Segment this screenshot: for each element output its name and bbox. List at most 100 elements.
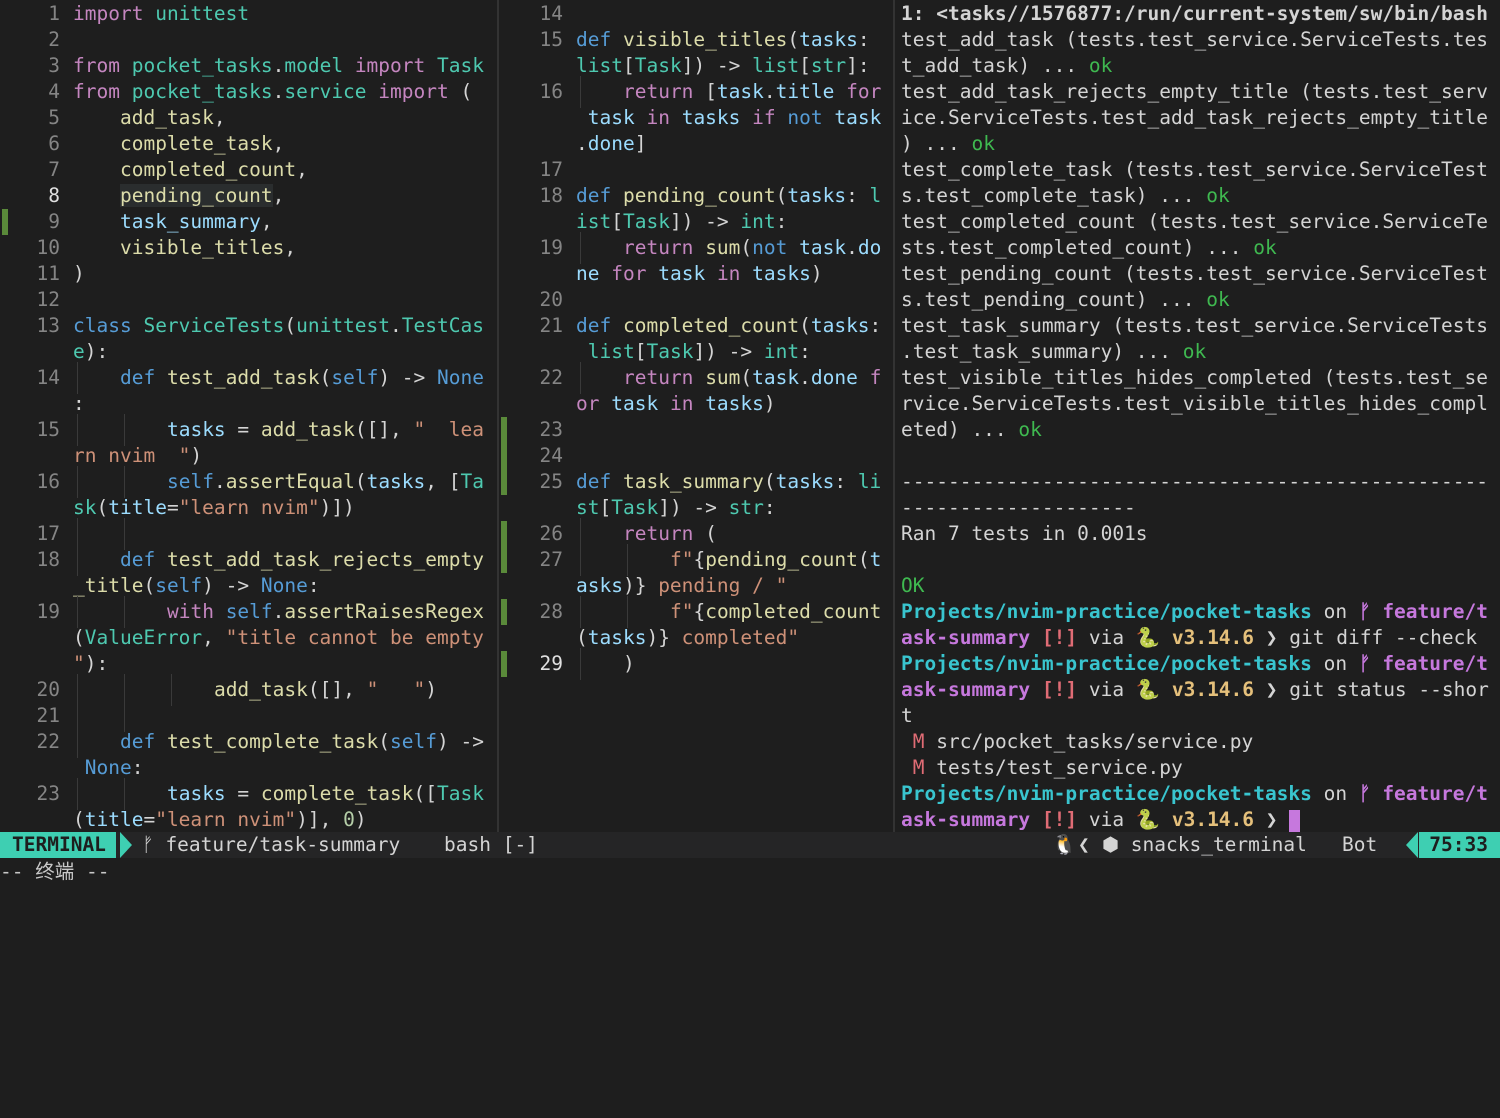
sign-column [0,677,8,703]
buffer-name: bash [-] [444,833,538,856]
code-line[interactable]: _title(self) -> None: [0,573,497,599]
code-token: f [869,366,882,389]
code-line[interactable]: task in tasks if not task [499,105,893,131]
code-line[interactable]: 19 with self.assertRaisesRegex [0,596,497,628]
sign-column [0,781,8,807]
code-line[interactable]: 20 [499,287,893,313]
code-line[interactable]: list[Task]) -> int: [499,339,893,365]
indent-guide [120,466,132,498]
code-line[interactable]: 2 [0,27,497,53]
code-token: self [331,366,379,389]
code-line[interactable]: 1 import unittest [0,1,497,27]
indent-guide [167,674,179,706]
code-text: task in tasks if not task [576,105,882,131]
code-line[interactable]: 20 add_task([], " ") [0,674,497,706]
code-line[interactable]: 8 pending_count, [0,183,497,209]
code-token: [ [599,496,612,519]
code-line[interactable]: None: [0,755,497,781]
code-line[interactable]: 12 [0,287,497,313]
code-line[interactable]: 4 from pocket_tasks.service import ( [0,79,497,105]
sign-column [0,1,8,27]
code-token: self [390,730,438,753]
code-line[interactable]: "): [0,651,497,677]
code-token: ]) -> [693,340,764,363]
code-line[interactable]: (title="learn nvim")], 0) [0,807,497,832]
code-line[interactable]: st[Task]) -> str: [499,495,893,521]
code-token: in [669,392,694,415]
code-token: . [272,54,285,77]
code-token: 🐍 v3.14.6 [1135,808,1255,831]
code-line[interactable]: .done] [499,131,893,157]
code-token: tasks [752,262,811,285]
sign-column [499,339,507,365]
code-token: rn nvim " [73,444,191,467]
code-line[interactable]: 27 f"{pending_count(t [499,544,893,576]
code-line[interactable]: 21 def completed_count(tasks: [499,313,893,339]
code-line[interactable]: list[Task]) -> list[str]: [499,53,893,79]
code-line[interactable]: 9 task_summary, [0,209,497,235]
terminal-pane[interactable]: 1: <tasks//1576877:/run/current-system/s… [895,0,1500,832]
code-line[interactable]: e): [0,339,497,365]
code-line[interactable]: 24 [499,443,893,469]
code-line[interactable]: 10 visible_titles, [0,235,497,261]
code-token: ok [1182,340,1207,363]
code-line[interactable]: 19 return sum(not task.do [499,232,893,264]
code-line[interactable]: 15 def visible_titles(tasks: [499,27,893,53]
editor-pane-service-file[interactable]: 14 15 def visible_titles(tasks: list[Task])… [499,0,893,832]
code-line[interactable]: 23 tasks = complete_task([Task [0,778,497,810]
code-text: def task_summary(tasks: li [576,469,881,495]
code-line[interactable]: 26 return ( [499,518,893,550]
editor-pane-test-file[interactable]: 1 import unittest 2 3 from pocket_tasks.mode… [0,0,497,832]
code-line[interactable]: 3 from pocket_tasks.model import Task [0,53,497,79]
code-token: not [752,236,788,259]
code-line[interactable]: 5 add_task, [0,105,497,131]
code-line[interactable]: 16 return [task.title for [499,76,893,108]
code-token: task [834,106,882,129]
code-line[interactable]: 28 f"{completed_count [499,596,893,628]
code-line[interactable]: 11) [0,261,497,287]
code-line[interactable]: 15 tasks = add_task([], " lea [0,414,497,446]
code-line[interactable]: (ValueError, "title cannot be empty [0,625,497,651]
command-line[interactable]: -- 终端 -- [0,858,1500,885]
code-line[interactable]: 13 class ServiceTests(unittest.TestCas [0,313,497,339]
code-line[interactable]: sk(title="learn nvim")]) [0,495,497,521]
filetype-label: ⬢ snacks_terminal [1102,833,1307,856]
code-line[interactable]: 25 def task_summary(tasks: li [499,469,893,495]
line-number: 21 [539,314,563,337]
code-line[interactable]: 29 ) [499,648,893,680]
line-number: 18 [539,184,563,207]
code-line[interactable]: : [0,391,497,417]
code-line[interactable]: ist[Task]) -> int: [499,209,893,235]
code-line[interactable]: rn nvim ") [0,443,497,469]
code-line[interactable]: 17 [499,157,893,183]
code-line[interactable]: 21 [0,700,497,732]
code-line[interactable]: asks)} pending / " [499,573,893,599]
code-token: , [202,626,226,649]
code-line[interactable]: 22 return sum(task.done f [499,362,893,394]
code-line[interactable]: or task in tasks) [499,391,893,417]
sign-column [499,157,507,183]
code-line[interactable]: 18 def pending_count(tasks: l [499,183,893,209]
code-line[interactable]: 23 [499,417,893,443]
code-line[interactable]: 14 [499,1,893,27]
code-line[interactable]: 22 def test_complete_task(self) -> [0,726,497,758]
code-token: [ [634,340,647,363]
code-token: task [799,236,847,259]
code-line[interactable]: 7 completed_count, [0,157,497,183]
code-line[interactable]: 6 complete_task, [0,131,497,157]
code-line[interactable]: (tasks)} completed" [499,625,893,651]
code-line[interactable]: 14 def test_add_task(self) -> None [0,362,497,394]
code-line[interactable]: 18 def test_add_task_rejects_empty [0,544,497,576]
code-line[interactable]: ne for task in tasks) [499,261,893,287]
line-number: 14 [539,2,563,25]
code-token: ) [73,262,85,285]
code-line[interactable]: 16 self.assertEqual(tasks, [Ta [0,466,497,498]
code-line[interactable]: 17 [0,518,497,550]
